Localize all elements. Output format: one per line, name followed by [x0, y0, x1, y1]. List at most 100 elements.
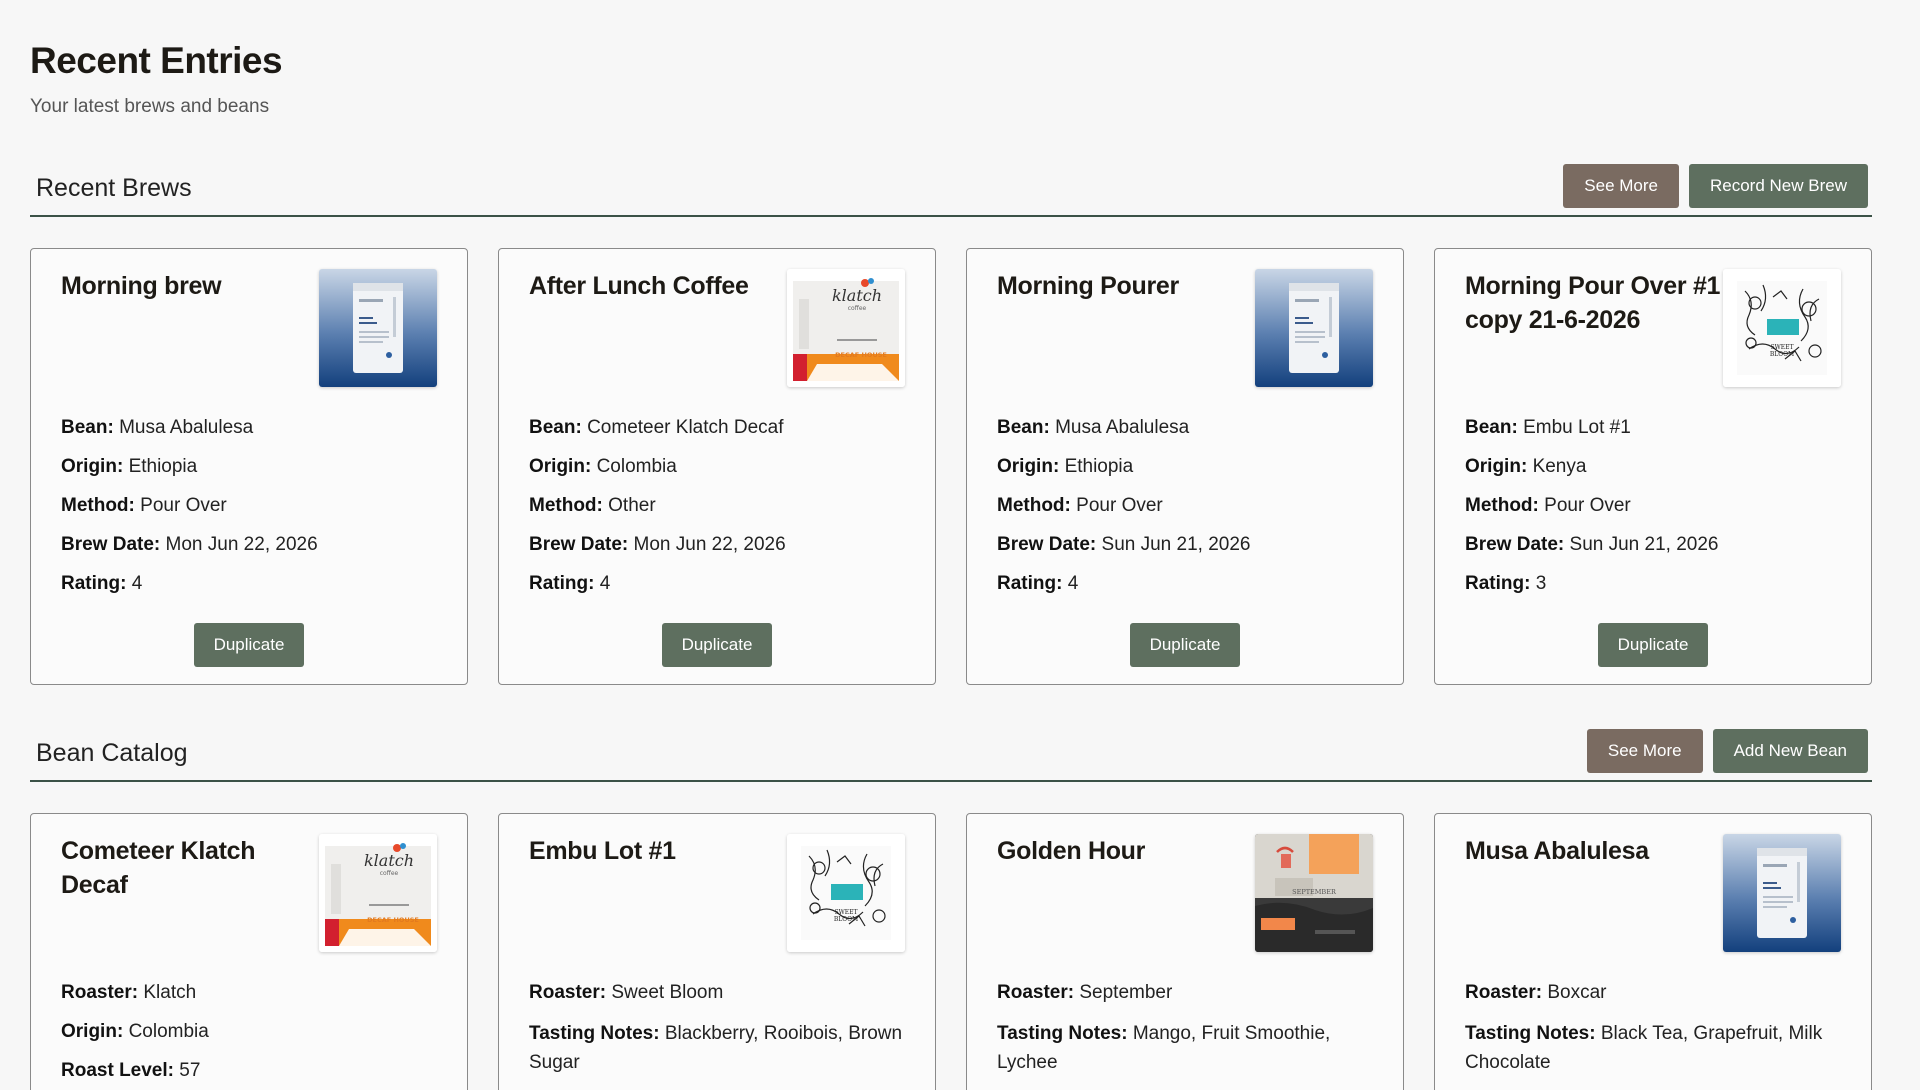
method-field: Method: Pour Over — [997, 493, 1373, 518]
field-label: Bean: — [997, 417, 1050, 438]
bean-bag-thumbnail: SWEET BLOOM — [787, 834, 905, 952]
rating-field: Rating: 4 — [529, 571, 905, 596]
tasting-notes-field: Tasting Notes: Blackberry, Rooibois, Bro… — [529, 1019, 905, 1077]
origin-field: Origin: Colombia — [529, 454, 905, 479]
section-header: Bean Catalog See More Add New Bean — [30, 729, 1872, 782]
brew-title: Morning Pour Over #1 copy 21-6-2026 — [1465, 272, 1721, 334]
brew-fields: Bean: Musa Abalulesa Origin: Ethiopia Me… — [997, 415, 1373, 596]
field-label: Rating: — [997, 573, 1063, 594]
field-label: Roast Level: — [61, 1060, 174, 1081]
rating-field: Rating: 4 — [61, 571, 437, 596]
bean-bag-thumbnail: SEPTEMBER — [1255, 834, 1373, 952]
method-field: Method: Other — [529, 493, 905, 518]
field-label: Origin: — [61, 456, 124, 477]
bean-field: Bean: Cometeer Klatch Decaf — [529, 415, 905, 440]
svg-text:klatch: klatch — [364, 851, 414, 870]
field-label: Tasting Notes: — [529, 1023, 660, 1044]
brew-date-field: Brew Date: Mon Jun 22, 2026 — [529, 532, 905, 557]
section-header: Recent Brews See More Record New Brew — [30, 164, 1872, 217]
brew-card[interactable]: Morning Pourer Bean: Musa Abalulesa Orig… — [966, 248, 1404, 685]
card-header: Golden Hour SEPTEMBER — [997, 834, 1373, 956]
brew-fields: Bean: Musa Abalulesa Origin: Ethiopia Me… — [61, 415, 437, 596]
brew-card[interactable]: After Lunch Coffee klatch coffee DECAF H… — [498, 248, 936, 685]
duplicate-button[interactable]: Duplicate — [1597, 623, 1709, 667]
field-value: 4 — [599, 573, 611, 594]
bean-fields: Roaster: Klatch Origin: Colombia Roast Lev… — [61, 980, 437, 1083]
bean-title: Cometeer Klatch Decaf — [61, 837, 256, 899]
page-title: Recent Entries — [30, 40, 283, 81]
svg-text:DECAF HOUSE: DECAF HOUSE — [835, 351, 887, 359]
field-value: Musa Abalulesa — [1055, 417, 1190, 438]
bean-field: Bean: Musa Abalulesa — [61, 415, 437, 440]
bean-title: Golden Hour — [997, 837, 1146, 865]
field-value: 4 — [1067, 573, 1079, 594]
field-label: Roaster: — [997, 982, 1075, 1003]
svg-text:DECAF HOUSE: DECAF HOUSE — [367, 916, 419, 924]
field-label: Origin: — [997, 456, 1060, 477]
roaster-field: Roaster: Boxcar — [1465, 980, 1841, 1005]
bean-bag-thumbnail: klatch coffee DECAF HOUSE — [787, 269, 905, 387]
duplicate-button[interactable]: Duplicate — [1129, 623, 1241, 667]
field-label: Origin: — [61, 1021, 124, 1042]
field-value: Sun Jun 21, 2026 — [1569, 534, 1719, 555]
bean-card[interactable]: Musa Abalulesa Roaster: Boxcar Tasting No… — [1434, 813, 1872, 1090]
brew-fields: Bean: Cometeer Klatch Decaf Origin: Colo… — [529, 415, 905, 596]
bean-card-list: Cometeer Klatch Decaf klatch coffee DECA… — [30, 813, 1872, 1090]
bean-title: Musa Abalulesa — [1465, 837, 1649, 865]
origin-field: Origin: Ethiopia — [997, 454, 1373, 479]
field-label: Brew Date: — [1465, 534, 1565, 555]
duplicate-wrap: Duplicate — [997, 623, 1373, 667]
brew-title: Morning Pourer — [997, 272, 1179, 300]
field-value: September — [1079, 982, 1173, 1003]
page-subtitle: Your latest brews and beans — [30, 96, 270, 117]
bean-card[interactable]: Cometeer Klatch Decaf klatch coffee DECA… — [30, 813, 468, 1090]
brew-title: Morning brew — [61, 272, 222, 300]
origin-field: Origin: Colombia — [61, 1019, 437, 1044]
see-more-brews-button[interactable]: See More — [1563, 164, 1679, 208]
field-label: Brew Date: — [529, 534, 629, 555]
origin-field: Origin: Ethiopia — [61, 454, 437, 479]
field-label: Rating: — [1465, 573, 1531, 594]
duplicate-button[interactable]: Duplicate — [661, 623, 773, 667]
duplicate-wrap: Duplicate — [61, 623, 437, 667]
svg-text:SWEET: SWEET — [834, 909, 857, 916]
field-label: Method: — [1465, 495, 1539, 516]
card-header: Embu Lot #1 SWEET BLOOM — [529, 834, 905, 956]
method-field: Method: Pour Over — [1465, 493, 1841, 518]
svg-text:SEPTEMBER: SEPTEMBER — [1292, 888, 1337, 896]
field-value: Kenya — [1532, 456, 1587, 477]
brew-title: After Lunch Coffee — [529, 272, 749, 300]
bean-fields: Roaster: Sweet Bloom Tasting Notes: Black… — [529, 980, 905, 1090]
field-label: Tasting Notes: — [997, 1023, 1128, 1044]
see-more-beans-button[interactable]: See More — [1586, 729, 1703, 773]
svg-text:BLOOM: BLOOM — [1770, 351, 1794, 358]
roaster-field: Roaster: Klatch — [61, 980, 437, 1005]
field-value: Musa Abalulesa — [119, 417, 254, 438]
bean-card[interactable]: Golden Hour SEPTEMBER Roaster: September… — [966, 813, 1404, 1090]
roaster-field: Roaster: Sweet Bloom — [529, 980, 905, 1005]
brew-card-list: Morning brew Bean: Musa Abalulesa Origin… — [30, 248, 1872, 685]
rating-field: Rating: 3 — [1465, 571, 1841, 596]
svg-text:BLOOM: BLOOM — [834, 916, 858, 923]
tasting-notes-field: Tasting Notes: Black Tea, Grapefruit, Mi… — [1465, 1019, 1841, 1077]
field-value: 57 — [179, 1060, 201, 1081]
bean-fields: Roaster: September Tasting Notes: Mango, … — [997, 980, 1373, 1090]
tasting-notes-field: Tasting Notes: Mango, Fruit Smoothie, Ly… — [997, 1019, 1373, 1077]
record-new-brew-button[interactable]: Record New Brew — [1689, 164, 1868, 208]
field-label: Origin: — [1465, 456, 1528, 477]
bean-card[interactable]: Embu Lot #1 SWEET BLOOM Roaster: Sweet B… — [498, 813, 936, 1090]
svg-text:coffee: coffee — [848, 305, 867, 312]
field-value: Boxcar — [1547, 982, 1607, 1003]
brew-card[interactable]: Morning Pour Over #1 copy 21-6-2026 SWEE… — [1434, 248, 1872, 685]
bean-bag-thumbnail — [319, 269, 437, 387]
brew-card[interactable]: Morning brew Bean: Musa Abalulesa Origin… — [30, 248, 468, 685]
brew-date-field: Brew Date: Sun Jun 21, 2026 — [1465, 532, 1841, 557]
card-header: Musa Abalulesa — [1465, 834, 1841, 956]
card-header: Morning Pourer — [997, 269, 1373, 391]
add-new-bean-button[interactable]: Add New Bean — [1712, 729, 1868, 773]
field-value: Ethiopia — [1064, 456, 1134, 477]
duplicate-button[interactable]: Duplicate — [193, 623, 305, 667]
rating-field: Rating: 4 — [997, 571, 1373, 596]
field-label: Bean: — [1465, 417, 1518, 438]
field-label: Brew Date: — [997, 534, 1097, 555]
